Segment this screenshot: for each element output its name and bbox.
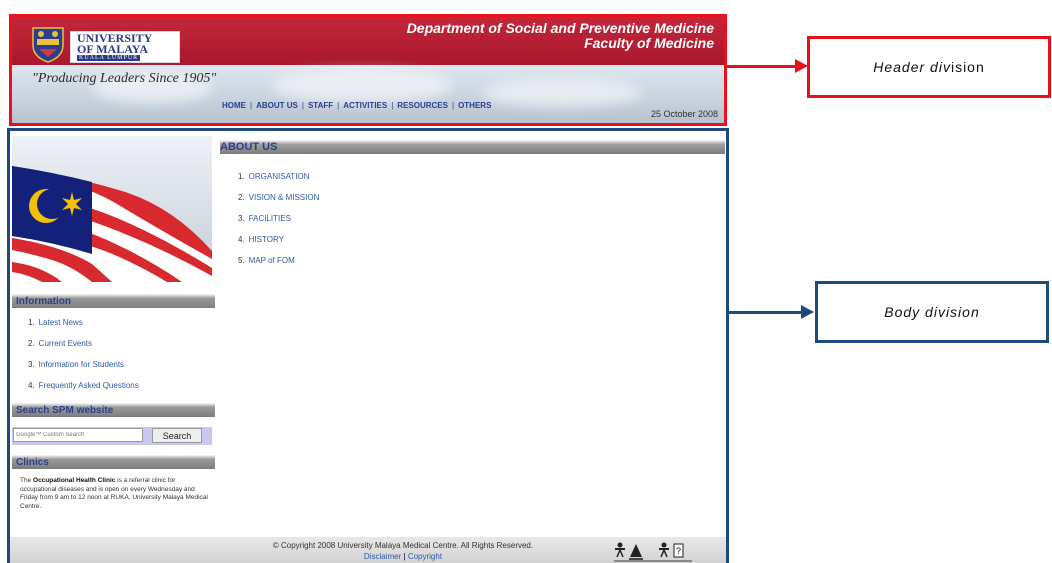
information-list: 1. Latest News 2. Current Events 3. Informa… (28, 317, 139, 401)
page-title: ABOUT US (220, 141, 278, 153)
body-arrow-line (729, 311, 805, 314)
nav-staff[interactable]: STAFF (308, 101, 333, 110)
clinics-title: Clinics (16, 457, 49, 468)
clinic-name: Occupational Health Clinic (33, 477, 116, 484)
search-bar: Search (12, 427, 212, 445)
copyright-link[interactable]: Copyright (408, 552, 442, 561)
search-section-header: Search SPM website (12, 403, 215, 417)
information-title: Information (16, 296, 71, 307)
information-section-header: Information (12, 294, 215, 308)
nav-about-us[interactable]: ABOUT US (256, 101, 298, 110)
list-item: 1. ORGANISATION (238, 171, 319, 192)
nav-separator: | (451, 101, 455, 110)
list-item: 2. VISION & MISSION (238, 192, 319, 213)
nav-others[interactable]: OTHERS (458, 101, 491, 110)
university-location: KUALA LUMPUR (77, 55, 141, 61)
body-division: Information 1. Latest News 2. Current Even… (7, 128, 729, 563)
slogan: "Producing Leaders Since 1905" (32, 71, 217, 86)
list-number: 2. (238, 193, 245, 202)
nav-separator: | (337, 101, 340, 110)
latest-news-link[interactable]: Latest News (39, 318, 83, 327)
list-number: 1. (238, 172, 245, 181)
wheelchair-icon[interactable] (659, 542, 669, 558)
body-arrow-head (801, 305, 814, 319)
list-item: 4. Frequently Asked Questions (28, 380, 139, 401)
university-logo-text[interactable]: UNIVERSITY OF MALAYA KUALA LUMPUR (70, 31, 180, 63)
svg-text:?: ? (676, 546, 681, 556)
list-number: 2. (28, 339, 35, 348)
current-date: 25 October 2008 (650, 109, 718, 119)
nav-separator: | (250, 101, 253, 110)
list-number: 3. (28, 360, 35, 369)
nav-home[interactable]: HOME (222, 101, 246, 110)
header-label-rest: ision (950, 59, 985, 75)
body-division-label: Body division (815, 281, 1049, 343)
accessibility-icon[interactable] (615, 542, 625, 558)
current-events-link[interactable]: Current Events (39, 339, 92, 348)
malaysia-flag-image (12, 136, 212, 282)
faq-link[interactable]: Frequently Asked Questions (39, 381, 139, 390)
faculty-name: Faculty of Medicine (584, 35, 714, 51)
list-number: 5. (238, 256, 245, 265)
about-list: 1. ORGANISATION 2. VISION & MISSION 3. FACI… (238, 171, 319, 276)
university-crest-icon[interactable] (30, 25, 66, 63)
search-title: Search SPM website (16, 405, 114, 416)
university-name: UNIVERSITY OF MALAYA (77, 31, 153, 56)
list-number: 4. (238, 235, 245, 244)
department-name: Department of Social and Preventive Medi… (406, 20, 714, 36)
list-item: 3. FACILITIES (238, 213, 319, 234)
header-division: UNIVERSITY OF MALAYA KUALA LUMPUR "Produ… (9, 14, 727, 126)
list-item: 1. Latest News (28, 317, 139, 338)
accessibility-badges: ? (614, 542, 692, 562)
clinics-section-header: Clinics (12, 455, 215, 469)
organisation-link[interactable]: ORGANISATION (249, 172, 310, 181)
footer: © Copyright 2008 University Malaya Medic… (10, 537, 726, 563)
about-section-header (220, 140, 725, 154)
student-info-link[interactable]: Information for Students (39, 360, 124, 369)
nav-resources[interactable]: RESOURCES (397, 101, 448, 110)
w3c-icon[interactable] (629, 544, 643, 560)
header-arrow-line (727, 65, 799, 68)
list-number: 4. (28, 381, 35, 390)
department-title: Department of Social and Preventive Medi… (407, 21, 714, 51)
facilities-link[interactable]: FACILITIES (249, 214, 291, 223)
list-number: 3. (238, 214, 245, 223)
clinic-description: The Occupational Health Clinic is a refe… (20, 477, 210, 512)
nav-separator: | (391, 101, 394, 110)
left-sidebar: Information 1. Latest News 2. Current Even… (10, 131, 215, 563)
list-item: 4. HISTORY (238, 234, 319, 255)
list-item: 5. MAP of FOM (238, 255, 319, 276)
list-item: 3. Information for Students (28, 359, 139, 380)
main-content: ABOUT US 1. ORGANISATION 2. VISION & MISSI… (220, 131, 726, 563)
map-link[interactable]: MAP of FOM (249, 256, 295, 265)
clinic-text-prefix: The (20, 477, 34, 484)
list-item: 2. Current Events (28, 338, 139, 359)
main-nav: HOME | ABOUT US | STAFF | ACTIVITIES | RESOURCES… (222, 101, 491, 110)
history-link[interactable]: HISTORY (249, 235, 284, 244)
list-number: 1. (28, 318, 35, 327)
nav-activities[interactable]: ACTIVITIES (343, 101, 387, 110)
search-button[interactable]: Search (152, 428, 202, 443)
vision-mission-link[interactable]: VISION & MISSION (249, 193, 320, 202)
search-input[interactable] (13, 428, 143, 442)
header-label-italic: Header div (873, 59, 951, 75)
disclaimer-link[interactable]: Disclaimer (364, 552, 401, 561)
footer-separator: | (403, 552, 406, 561)
help-icon[interactable]: ? (673, 543, 684, 558)
nav-separator: | (301, 101, 304, 110)
header-division-label: Header division (807, 36, 1051, 98)
